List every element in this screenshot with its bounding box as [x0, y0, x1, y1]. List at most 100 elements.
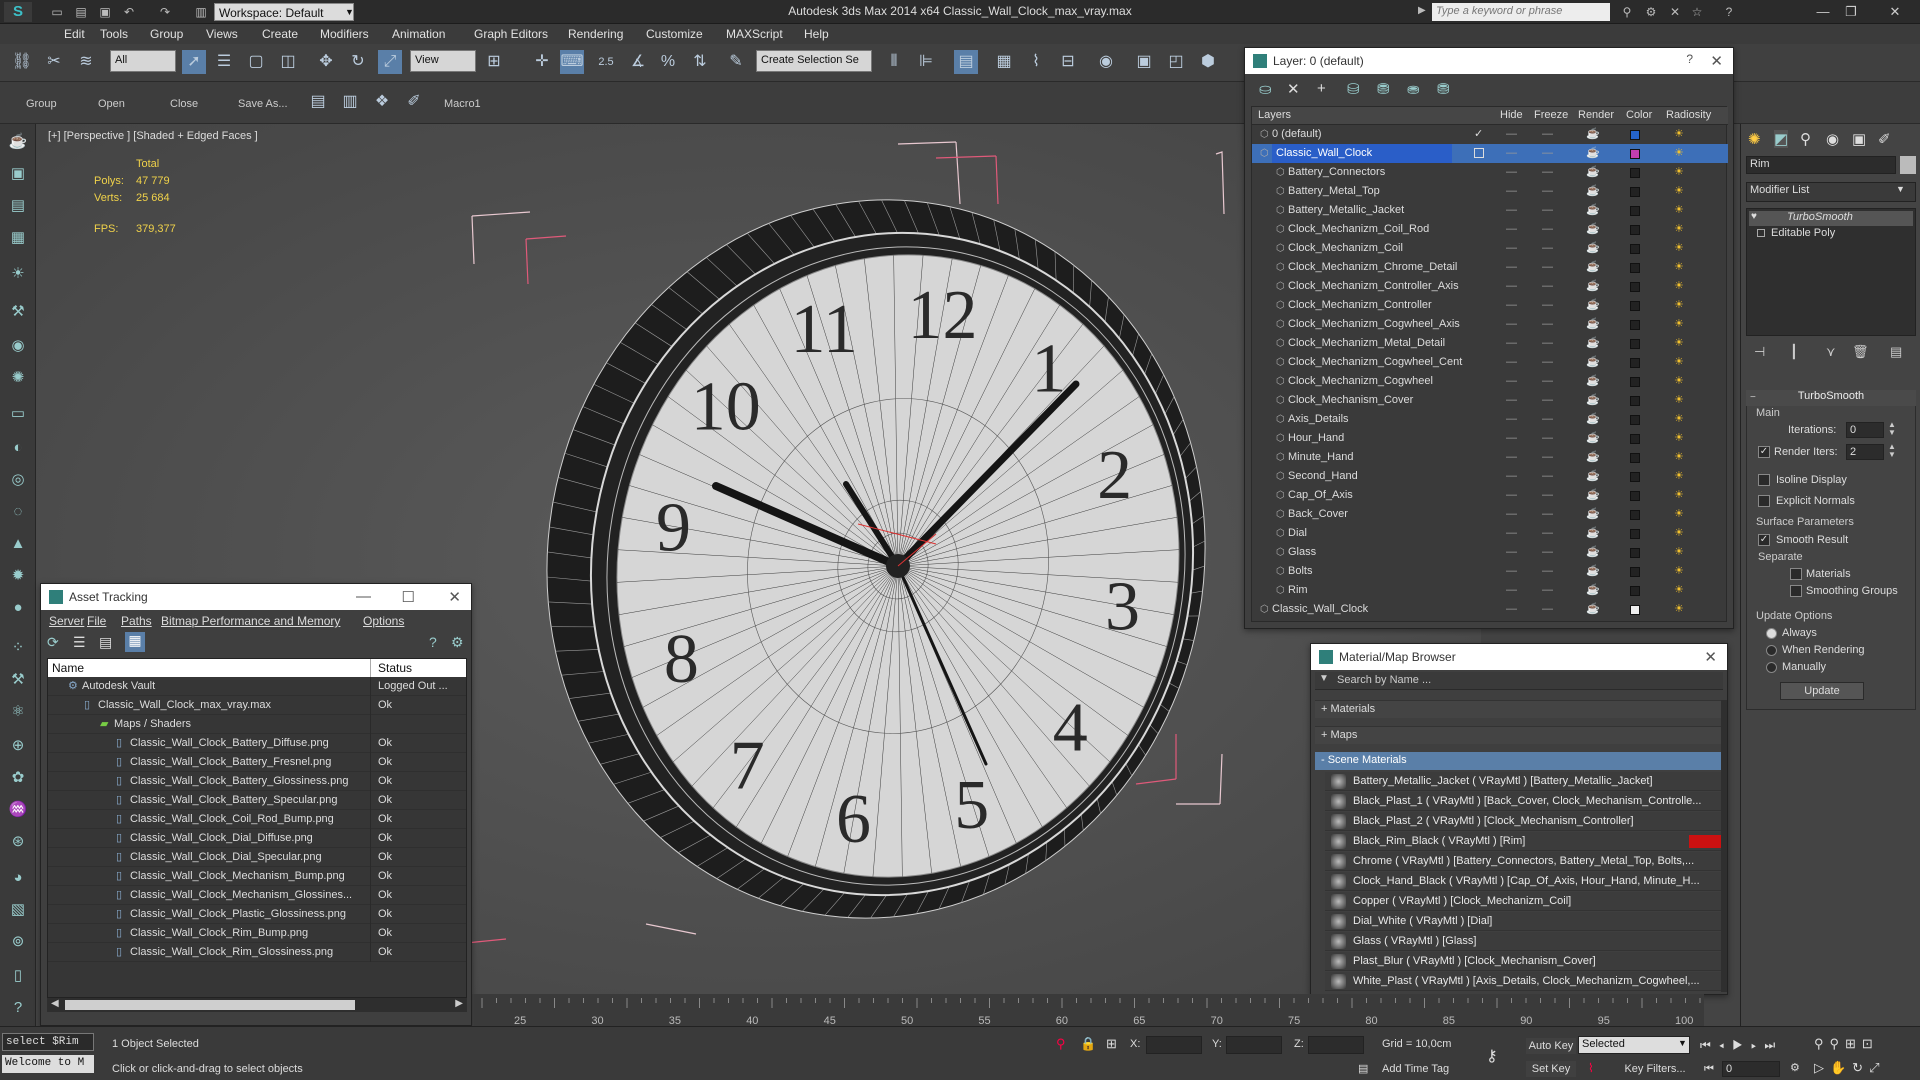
- search-options-icon[interactable]: ▼: [1319, 673, 1329, 684]
- radiosity-toggle-icon[interactable]: ☀: [1674, 239, 1684, 258]
- maxscript-listener-input[interactable]: select $Rim: [2, 1033, 94, 1051]
- panel-icon[interactable]: ▤: [6, 194, 30, 218]
- asset-name[interactable]: Classic_Wall_Clock_Dial_Specular.png: [130, 848, 322, 867]
- layer-row[interactable]: ⬡ Clock_Mechanizm_Metal_Detail — — ☕ ☀: [1252, 334, 1728, 353]
- asset-name[interactable]: Classic_Wall_Clock_Rim_Bump.png: [130, 924, 308, 943]
- layer-row[interactable]: ⬡ Glass — — ☕ ☀: [1252, 543, 1728, 562]
- render-toggle-icon[interactable]: ☕: [1586, 543, 1600, 562]
- add-time-tag-button[interactable]: Add Time Tag: [1382, 1063, 1449, 1075]
- layer-row[interactable]: ⬡ Clock_Mechanizm_Cogwheel_Cent — — ☕ ☀: [1252, 353, 1728, 372]
- select-objects-icon[interactable]: ⛁: [1347, 80, 1360, 98]
- chevron-down-icon[interactable]: ▼: [345, 3, 359, 21]
- asset-scrollbar[interactable]: ◀ ▶: [47, 998, 467, 1012]
- render-toggle-icon[interactable]: ☕: [1586, 524, 1600, 543]
- edit-named-selection-icon[interactable]: ✎: [724, 50, 748, 74]
- keyboard-shortcut-icon[interactable]: ⌨: [560, 50, 584, 74]
- key-icon[interactable]: ⚷: [1486, 1046, 1498, 1066]
- communication-icon[interactable]: ✕: [1668, 5, 1682, 19]
- hammer-icon[interactable]: ⚒: [6, 668, 30, 692]
- layer-name[interactable]: Second_Hand: [1288, 467, 1358, 486]
- material-row[interactable]: Black_Plast_2 ( VRayMtl ) [Clock_Mechani…: [1325, 812, 1725, 831]
- layer-name[interactable]: Clock_Mechanizm_Cogwheel: [1288, 372, 1433, 391]
- smoothing-groups-checkbox[interactable]: [1790, 585, 1802, 597]
- radiosity-toggle-icon[interactable]: ☀: [1674, 201, 1684, 220]
- layer-column-radiosity[interactable]: Radiosity: [1666, 109, 1711, 121]
- highlight-layer-icon[interactable]: ⛃: [1377, 80, 1390, 98]
- sphere-blue-icon[interactable]: ◕: [6, 866, 30, 890]
- asset-name[interactable]: Maps / Shaders: [114, 715, 191, 734]
- rotate-icon[interactable]: ↻: [346, 50, 370, 74]
- key-mode-icon[interactable]: ⏮: [1704, 1063, 1714, 1076]
- menu-graph-editors[interactable]: Graph Editors: [474, 26, 548, 42]
- radiosity-toggle-icon[interactable]: ☀: [1674, 353, 1684, 372]
- hide-all-icon[interactable]: ⛂: [1407, 80, 1420, 98]
- layer-row[interactable]: ⬡ Minute_Hand — — ☕ ☀: [1252, 448, 1728, 467]
- freeze-toggle-icon[interactable]: —: [1542, 524, 1553, 543]
- asset-menu-paths[interactable]: Paths: [121, 614, 152, 628]
- globe-icon[interactable]: ⊕: [6, 734, 30, 758]
- layer-color-swatch[interactable]: [1630, 377, 1640, 387]
- render-toggle-icon[interactable]: ☕: [1586, 258, 1600, 277]
- layer-name[interactable]: Clock_Mechanizm_Controller_Axis: [1288, 277, 1459, 296]
- asset-name[interactable]: Classic_Wall_Clock_Battery_Fresnel.png: [130, 753, 331, 772]
- layer-name[interactable]: Glass: [1288, 543, 1316, 562]
- asset-row[interactable]: ▯ Classic_Wall_Clock_max_vray.max Ok: [48, 696, 466, 715]
- hide-toggle-icon[interactable]: —: [1506, 486, 1517, 505]
- asset-name[interactable]: Classic_Wall_Clock_Plastic_Glossiness.pn…: [130, 905, 346, 924]
- freeze-toggle-icon[interactable]: —: [1542, 410, 1553, 429]
- layer-row[interactable]: ⬡ Rim — — ☕ ☀: [1252, 581, 1728, 600]
- percent-snap-icon[interactable]: %: [656, 50, 680, 74]
- render-toggle-icon[interactable]: ☕: [1586, 125, 1600, 144]
- scene-materials-group[interactable]: - Scene Materials: [1315, 752, 1723, 770]
- layer-row[interactable]: ⬡ Clock_Mechanizm_Coil — — ☕ ☀: [1252, 239, 1728, 258]
- freeze-toggle-icon[interactable]: —: [1542, 562, 1553, 581]
- binoculars-icon[interactable]: ⚲: [1620, 5, 1634, 19]
- material-scrollbar[interactable]: [1721, 700, 1727, 992]
- layer-row[interactable]: ⬡ Battery_Metal_Top — — ☕ ☀: [1252, 182, 1728, 201]
- freeze-toggle-icon[interactable]: —: [1542, 353, 1553, 372]
- rollout-title[interactable]: TurboSmooth: [1746, 390, 1916, 406]
- key-filter-icon[interactable]: ⌇: [1588, 1061, 1594, 1075]
- materials-group[interactable]: + Materials: [1315, 700, 1723, 718]
- helper-icon[interactable]: ⚒: [6, 300, 30, 324]
- layer-row[interactable]: ⬡ Cap_Of_Axis — — ☕ ☀: [1252, 486, 1728, 505]
- workspace-select[interactable]: Workspace: Default: [214, 3, 354, 21]
- asset-row[interactable]: ▯ Classic_Wall_Clock_Battery_Specular.png…: [48, 791, 466, 810]
- scroll-left-icon[interactable]: ◀: [51, 998, 59, 1009]
- layer-row[interactable]: ⬡ Back_Cover — — ☕ ☀: [1252, 505, 1728, 524]
- render-toggle-icon[interactable]: ☕: [1586, 163, 1600, 182]
- layer-name[interactable]: Dial: [1288, 524, 1307, 543]
- settings-icon[interactable]: ⚙: [451, 634, 464, 651]
- layer-name[interactable]: Clock_Mechanizm_Chrome_Detail: [1288, 258, 1457, 277]
- hide-toggle-icon[interactable]: —: [1506, 448, 1517, 467]
- freeze-all-icon[interactable]: ⛃: [1437, 80, 1450, 98]
- radiosity-toggle-icon[interactable]: ☀: [1674, 410, 1684, 429]
- refresh-icon[interactable]: ⟳: [47, 634, 59, 651]
- pivot-icon[interactable]: ⊞: [482, 50, 506, 74]
- layer-row[interactable]: ⬡ Clock_Mechanizm_Cogwheel_Axis — — ☕ ☀: [1252, 315, 1728, 334]
- layer-name[interactable]: Minute_Hand: [1288, 448, 1353, 467]
- toolbar2-open[interactable]: Open: [98, 98, 125, 110]
- layer-name[interactable]: Classic_Wall_Clock: [1272, 144, 1452, 163]
- key-filters-button[interactable]: Key Filters...: [1616, 1061, 1694, 1077]
- remove-modifier-icon[interactable]: 🗑: [1852, 344, 1869, 360]
- space-warp-icon[interactable]: ✺: [6, 366, 30, 390]
- layer-row[interactable]: ⬡ Second_Hand — — ☕ ☀: [1252, 467, 1728, 486]
- geosphere-icon[interactable]: ◎: [6, 468, 30, 492]
- listener-icon[interactable]: ▥: [338, 90, 362, 114]
- favorites-icon[interactable]: ☆: [1690, 5, 1704, 19]
- hide-toggle-icon[interactable]: —: [1506, 505, 1517, 524]
- spinner-snap-icon[interactable]: ⇅: [688, 50, 712, 74]
- plant-icon[interactable]: ✿: [6, 766, 30, 790]
- render-toggle-icon[interactable]: ☕: [1586, 315, 1600, 334]
- column-status[interactable]: Status: [378, 661, 412, 675]
- radiosity-toggle-icon[interactable]: ☀: [1674, 220, 1684, 239]
- freeze-toggle-icon[interactable]: —: [1542, 315, 1553, 334]
- stack-item-turbosmooth[interactable]: TurboSmooth: [1749, 211, 1913, 226]
- smooth-result-checkbox[interactable]: ✓: [1758, 534, 1770, 546]
- material-row[interactable]: Glass ( VRayMtl ) [Glass]: [1325, 932, 1725, 951]
- undo-icon[interactable]: ↶: [122, 5, 136, 19]
- hide-toggle-icon[interactable]: —: [1506, 429, 1517, 448]
- layer-name[interactable]: Clock_Mechanizm_Coil: [1288, 239, 1403, 258]
- layer-name[interactable]: Cap_Of_Axis: [1288, 486, 1353, 505]
